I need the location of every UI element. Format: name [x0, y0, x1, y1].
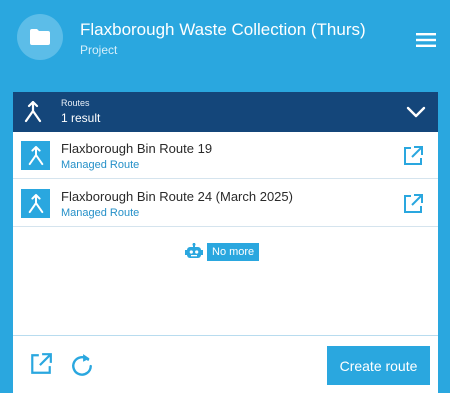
chevron-down-icon[interactable] — [405, 102, 427, 122]
route-type: Managed Route — [61, 207, 140, 219]
routes-result-count: 1 result — [61, 111, 101, 125]
project-avatar — [17, 14, 63, 60]
route-list-item[interactable]: Flaxborough Bin Route 19 Managed Route — [13, 132, 438, 179]
folder-icon — [30, 29, 50, 45]
merge-arrow-icon — [28, 145, 43, 165]
route-name: Flaxborough Bin Route 19 — [61, 141, 213, 156]
route-name: Flaxborough Bin Route 24 (March 2025) — [61, 189, 293, 204]
routes-panel: Routes 1 result Flaxborough Bin Route 19… — [13, 92, 438, 393]
no-more-label: No more — [207, 243, 260, 261]
external-link-icon[interactable] — [402, 145, 424, 167]
app-header: Flaxborough Waste Collection (Thurs) Pro… — [0, 0, 450, 82]
merge-arrow-icon — [28, 193, 43, 213]
route-icon — [21, 141, 50, 170]
footer-divider — [13, 335, 438, 336]
no-more-indicator: No more — [185, 242, 260, 262]
hamburger-menu-icon — [416, 33, 436, 47]
routes-section-header[interactable]: Routes 1 result — [13, 92, 438, 132]
external-link-icon[interactable] — [402, 193, 424, 215]
project-title: Flaxborough Waste Collection (Thurs) — [80, 20, 366, 39]
route-icon — [21, 189, 50, 218]
route-list-item[interactable]: Flaxborough Bin Route 24 (March 2025) Ma… — [13, 180, 438, 227]
routes-section-label: Routes — [61, 98, 90, 108]
create-route-button[interactable]: Create route — [327, 346, 430, 385]
merge-arrow-icon — [24, 101, 42, 123]
refresh-icon[interactable] — [70, 353, 94, 377]
menu-button[interactable] — [412, 30, 440, 50]
robot-icon — [185, 243, 203, 258]
project-subtitle: Project — [80, 43, 118, 57]
external-link-icon[interactable] — [29, 352, 53, 376]
route-type: Managed Route — [61, 159, 140, 171]
